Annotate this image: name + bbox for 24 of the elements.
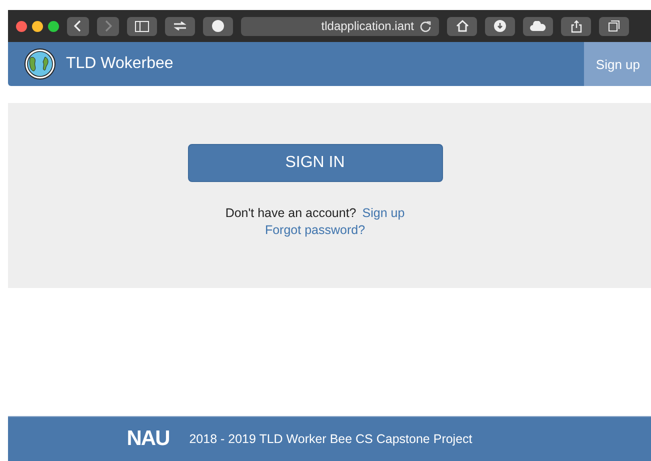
forward-icon[interactable] — [97, 16, 119, 36]
maximize-icon[interactable] — [48, 20, 59, 32]
cloud-icon[interactable] — [523, 16, 553, 36]
download-icon[interactable] — [485, 16, 515, 36]
tabs-icon[interactable] — [599, 16, 629, 36]
globe-icon — [24, 48, 56, 80]
forgot-password-link[interactable]: Forgot password? — [264, 223, 366, 237]
reload-icon[interactable] — [420, 20, 431, 32]
back-icon[interactable] — [67, 16, 89, 36]
signin-button[interactable]: SIGN IN — [188, 144, 442, 182]
signup-nav-link[interactable]: Sign up — [584, 42, 651, 86]
signup-link[interactable]: Sign up — [362, 206, 405, 220]
nau-logo: NAU — [126, 427, 170, 451]
url-text: tldapplication.iant — [321, 19, 414, 33]
sidebar-icon[interactable] — [127, 16, 157, 36]
account-prompt: Don't have an account? — [225, 206, 356, 220]
minimize-icon[interactable] — [32, 20, 43, 32]
close-icon[interactable] — [16, 20, 27, 32]
swap-icon[interactable] — [165, 16, 195, 36]
home-icon[interactable] — [447, 16, 477, 36]
address-bar[interactable]: tldapplication.iant — [241, 16, 439, 36]
brand-title[interactable]: TLD Wokerbee — [66, 55, 174, 73]
share-icon[interactable] — [561, 16, 591, 36]
footer-text: 2018 - 2019 TLD Worker Bee CS Capstone Project — [189, 432, 472, 446]
